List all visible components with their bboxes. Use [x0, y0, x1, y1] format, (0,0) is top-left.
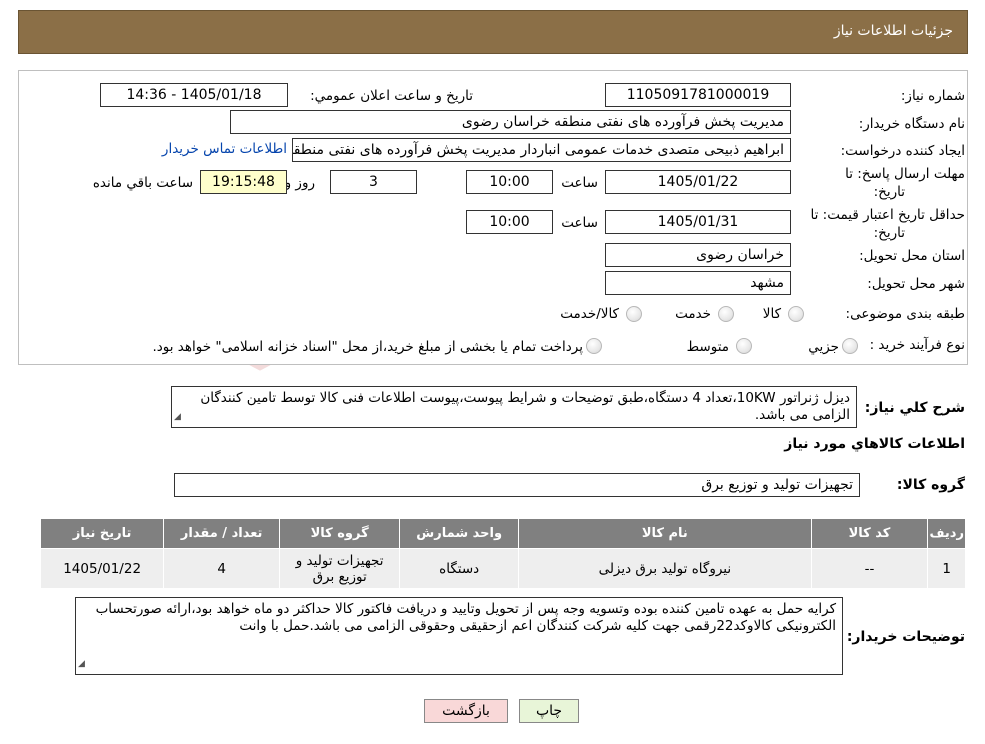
process-radio-medium[interactable] [736, 338, 752, 354]
remaining-time-field: 19:15:48 [200, 170, 287, 194]
deadline-label-2: تاریخ: [873, 184, 905, 200]
cell-date: 1405/01/22 [39, 548, 165, 589]
province-label: استان محل تحویل: [859, 248, 965, 264]
requester-label: ایجاد کننده درخواست: [840, 143, 965, 159]
category-radio-goods[interactable] [788, 306, 804, 322]
need-number-field: 1105091781000019 [605, 83, 791, 107]
resize-handle-icon[interactable]: ◢ [174, 409, 181, 426]
table-header-row: ردیف کد کالا نام کالا واحد شمارش گروه کا… [39, 518, 966, 549]
goods-group-label: گروه کالا: [896, 477, 965, 493]
days-field: 3 [330, 170, 417, 194]
col-group: گروه کالا [279, 518, 401, 549]
description-textarea: دیزل ژنراتور 10KW،تعداد 4 دستگاه،طبق توض… [171, 386, 857, 428]
buyer-org-field: مدیریت پخش فرآورده های نفتی منطقه خراسان… [230, 110, 791, 134]
table-row: 1 -- نیروگاه تولید برق دیزلی دستگاه تجهی… [39, 548, 966, 589]
col-date: تاریخ نیاز [39, 518, 165, 549]
col-unit: واحد شمارش [399, 518, 520, 549]
col-code: کد کالا [810, 518, 929, 549]
remaining-label: ساعت باقي مانده [92, 175, 193, 191]
category-option-goods-service: کالا/خدمت [560, 306, 619, 322]
validity-time-field: 10:00 [466, 210, 553, 234]
resize-handle-icon[interactable]: ◢ [78, 656, 85, 673]
cell-quantity: 4 [163, 548, 281, 589]
description-label: شرح کلي نیاز: [864, 400, 965, 416]
cell-code: -- [810, 548, 929, 589]
goods-group-field: تجهیزات تولید و توزیع برق [174, 473, 860, 497]
process-option-medium: متوسط [686, 339, 729, 355]
cell-group: تجهیزات تولید و توزیع برق [279, 548, 401, 589]
category-option-service: خدمت [675, 306, 711, 322]
city-label: شهر محل تحویل: [867, 276, 965, 292]
deadline-time-label: ساعت [561, 175, 598, 191]
category-radio-service[interactable] [718, 306, 734, 322]
validity-label-2: تاریخ: [873, 225, 905, 241]
buyer-notes-textarea: کرایه حمل به عهده تامین کننده بوده وتسوی… [75, 597, 843, 675]
province-field: خراسان رضوی [605, 243, 791, 267]
requester-field: ابراهیم ذبیحی متصدی خدمات عمومی انباردار… [292, 138, 791, 162]
process-radio-minor[interactable] [842, 338, 858, 354]
goods-table: ردیف کد کالا نام کالا واحد شمارش گروه کا… [39, 518, 966, 589]
deadline-label: مهلت ارسال پاسخ: تا [845, 166, 965, 182]
page-title: جزئیات اطلاعات نیاز [833, 23, 953, 39]
category-option-goods: کالا [762, 306, 781, 322]
announce-field: 1405/01/18 - 14:36 [100, 83, 288, 107]
cell-name: نیروگاه تولید برق دیزلی [518, 548, 812, 589]
page-header: جزئیات اطلاعات نیاز [18, 10, 968, 54]
back-button[interactable]: بازگشت [424, 699, 508, 723]
process-note: پرداخت تمام یا بخشی از مبلغ خرید،از محل … [152, 339, 583, 355]
need-number-label: شماره نیاز: [900, 88, 965, 104]
category-label: طبقه بندی موضوعی: [845, 306, 965, 322]
cell-row: 1 [927, 548, 966, 589]
col-name: نام کالا [518, 518, 812, 549]
buyer-notes-label: توضیحات خریدار: [846, 629, 965, 645]
print-button[interactable]: چاپ [519, 699, 579, 723]
buyer-notes-text: کرایه حمل به عهده تامین کننده بوده وتسوی… [95, 601, 836, 634]
deadline-date-field: 1405/01/22 [605, 170, 791, 194]
process-label: نوع فرآیند خرید : [869, 337, 965, 353]
cell-unit: دستگاه [399, 548, 520, 589]
description-text: دیزل ژنراتور 10KW،تعداد 4 دستگاه،طبق توض… [200, 390, 850, 423]
col-row: ردیف [927, 518, 966, 549]
deadline-time-field: 10:00 [466, 170, 553, 194]
process-radio-treasury[interactable] [586, 338, 602, 354]
process-option-minor: جزیي [808, 339, 839, 355]
days-label: روز و [284, 175, 315, 191]
buyer-org-label: نام دستگاه خریدار: [858, 116, 965, 132]
goods-section-title: اطلاعات کالاهاي مورد نیاز [784, 436, 965, 452]
validity-date-field: 1405/01/31 [605, 210, 791, 234]
contact-info-link[interactable]: اطلاعات تماس خریدار [162, 141, 287, 157]
city-field: مشهد [605, 271, 791, 295]
validity-time-label: ساعت [561, 215, 598, 231]
col-quantity: تعداد / مقدار [163, 518, 281, 549]
category-radio-goods-service[interactable] [626, 306, 642, 322]
announce-label: تاریخ و ساعت اعلان عمومي: [310, 88, 473, 104]
validity-label: حداقل تاریخ اعتبار قیمت: تا [810, 207, 965, 223]
